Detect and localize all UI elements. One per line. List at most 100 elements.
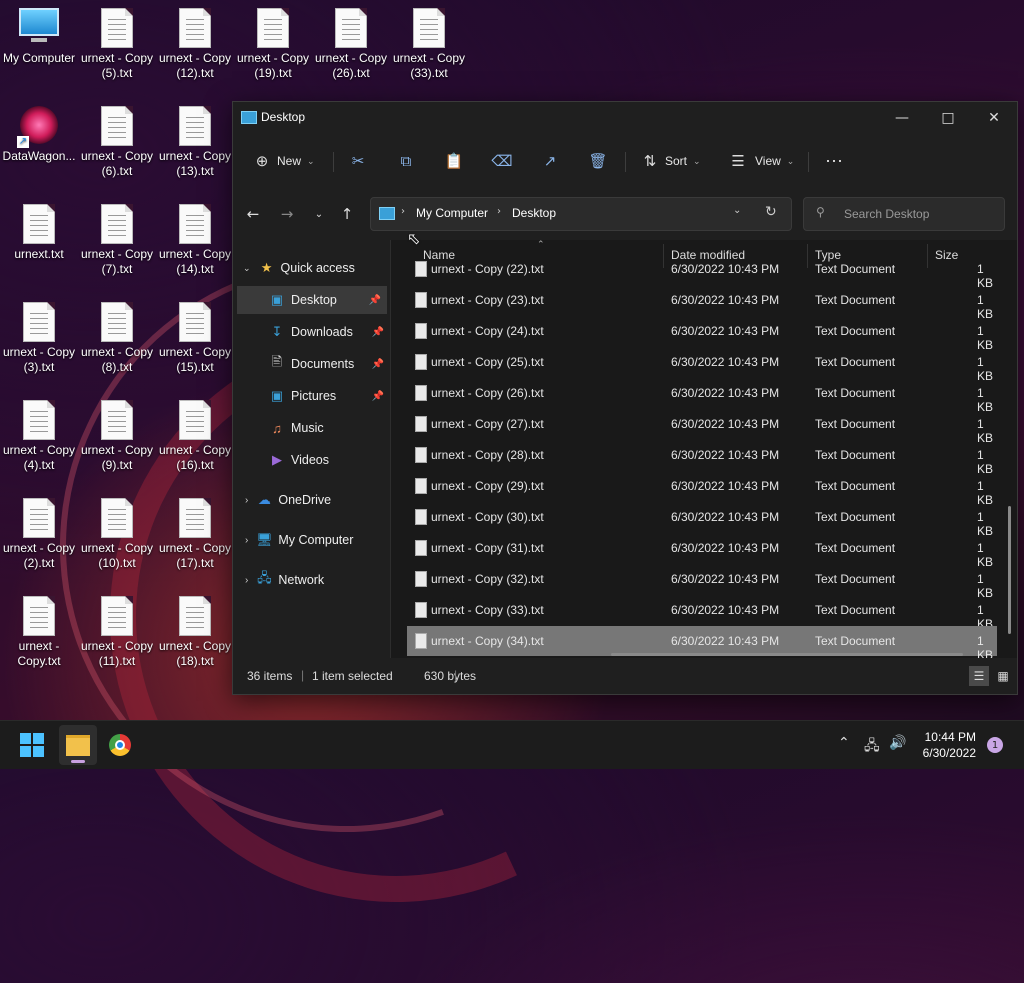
nav-item-pictures[interactable]: ▣ Pictures 📌	[233, 382, 390, 410]
forward-button[interactable]: →	[275, 202, 299, 226]
desktop-icon[interactable]: urnext - Copy (5).txt	[78, 8, 156, 81]
sort-button[interactable]: ⇅ Sort ⌄	[639, 148, 701, 174]
tiles-view-button[interactable]: ▦	[993, 666, 1013, 686]
search-box[interactable]: ⚲ Search Desktop	[803, 197, 1005, 231]
file-row[interactable]: urnext - Copy (34).txt 6/30/2022 10:43 PM…	[407, 626, 997, 658]
chevron-down-icon[interactable]: ⌄	[733, 205, 741, 216]
file-row[interactable]: urnext - Copy (23).txt 6/30/2022 10:43 PM…	[407, 285, 997, 321]
nav-item-downloads[interactable]: ↧ Downloads 📌	[233, 318, 390, 346]
minimize-button[interactable]: —	[879, 102, 925, 134]
horizontal-scrollbar[interactable]	[611, 653, 963, 656]
chevron-down-icon: ⌄	[314, 208, 324, 220]
file-type: Text Document	[815, 541, 896, 555]
desktop-icon[interactable]: urnext - Copy.txt	[0, 596, 78, 669]
desktop-icon[interactable]: urnext - Copy (33).txt	[390, 8, 468, 81]
file-row[interactable]: urnext - Copy (31).txt 6/30/2022 10:43 PM…	[407, 533, 997, 569]
desktop-icon[interactable]: urnext - Copy (13).txt	[156, 106, 234, 179]
file-row[interactable]: urnext - Copy (33).txt 6/30/2022 10:43 PM…	[407, 595, 997, 631]
nav-item-documents[interactable]: 🖹 Documents 📌	[233, 350, 390, 378]
search-input[interactable]: Search Desktop	[844, 207, 929, 221]
desktop-icon[interactable]: urnext - Copy (2).txt	[0, 498, 78, 571]
copy-button[interactable]: ⧉	[395, 148, 417, 174]
file-row[interactable]: urnext - Copy (32).txt 6/30/2022 10:43 PM…	[407, 564, 997, 600]
desktop-icon[interactable]: ↗ DataWagon...	[0, 106, 78, 164]
text-file-icon	[23, 498, 55, 538]
address-bar[interactable]: › My Computer › Desktop ⌄ ↻	[370, 197, 792, 231]
desktop-icon[interactable]: My Computer	[0, 8, 78, 66]
desktop-icon[interactable]: urnext - Copy (9).txt	[78, 400, 156, 473]
close-button[interactable]: ✕	[971, 102, 1017, 134]
desktop-icon[interactable]: urnext - Copy (19).txt	[234, 8, 312, 81]
breadcrumb-desktop[interactable]: Desktop	[512, 206, 556, 220]
desktop-icon[interactable]: urnext.txt	[0, 204, 78, 262]
desktop-icon[interactable]: urnext - Copy (12).txt	[156, 8, 234, 81]
desktop-icon[interactable]: urnext - Copy (18).txt	[156, 596, 234, 669]
file-row[interactable]: urnext - Copy (24).txt 6/30/2022 10:43 PM…	[407, 316, 997, 352]
volume-icon[interactable]: 🔊	[889, 735, 906, 751]
desktop-icon[interactable]: urnext - Copy (10).txt	[78, 498, 156, 571]
new-button[interactable]: ⊕ New ⌄	[251, 148, 315, 174]
notification-badge[interactable]: 1	[987, 737, 1003, 753]
more-button[interactable]: ⋯	[823, 148, 845, 174]
file-row[interactable]: urnext - Copy (28).txt 6/30/2022 10:43 PM…	[407, 440, 997, 476]
file-type: Text Document	[815, 386, 896, 400]
cut-button[interactable]: ✂	[347, 148, 369, 174]
breadcrumb-my-computer[interactable]: My Computer	[416, 206, 488, 220]
desktop-icon[interactable]: urnext - Copy (11).txt	[78, 596, 156, 669]
desktop-icon[interactable]: urnext - Copy (17).txt	[156, 498, 234, 571]
nav-item-music[interactable]: ♫ Music	[233, 414, 390, 442]
desktop-icon[interactable]: urnext - Copy (4).txt	[0, 400, 78, 473]
mouse-cursor: ⬁	[407, 229, 421, 248]
file-row[interactable]: urnext - Copy (29).txt 6/30/2022 10:43 PM…	[407, 471, 997, 507]
selection-count: 1 item selected	[312, 669, 393, 683]
desktop-icon[interactable]: urnext - Copy (3).txt	[0, 302, 78, 375]
file-row[interactable]: urnext - Copy (22).txt 6/30/2022 10:43 PM…	[407, 254, 997, 290]
details-view-button[interactable]: ☰	[969, 666, 989, 686]
divider	[625, 152, 626, 172]
text-file-icon	[415, 447, 427, 463]
text-file-icon	[335, 8, 367, 48]
up-button[interactable]: ↑	[335, 202, 359, 226]
back-button[interactable]: ←	[241, 202, 265, 226]
title-bar[interactable]: Desktop — □ ✕	[233, 102, 1017, 134]
file-explorer-taskbar-button[interactable]	[59, 725, 97, 765]
file-row[interactable]: urnext - Copy (30).txt 6/30/2022 10:43 PM…	[407, 502, 997, 538]
file-name: urnext - Copy (32).txt	[431, 572, 544, 586]
navigation-bar: ← → ⌄ ↑ › My Computer › Desktop ⌄ ↻ ⚲ Se…	[233, 188, 1017, 240]
refresh-icon[interactable]: ↻	[765, 204, 777, 220]
file-row[interactable]: urnext - Copy (25).txt 6/30/2022 10:43 PM…	[407, 347, 997, 383]
cloud-icon: ☁	[257, 492, 271, 507]
view-button[interactable]: ☰ View ⌄	[727, 148, 794, 174]
delete-button[interactable]: 🗑	[587, 148, 609, 174]
recent-locations-button[interactable]: ⌄	[307, 202, 331, 226]
chrome-taskbar-button[interactable]	[104, 729, 136, 761]
chevron-up-icon[interactable]: ⌃	[838, 735, 850, 751]
share-button[interactable]: ↗	[539, 148, 561, 174]
vertical-scrollbar[interactable]	[1008, 506, 1011, 634]
desktop-icon[interactable]: urnext - Copy (14).txt	[156, 204, 234, 277]
selection-size: 630 bytes	[424, 669, 477, 683]
start-button[interactable]	[16, 729, 48, 761]
desktop-icon[interactable]: urnext - Copy (7).txt	[78, 204, 156, 277]
text-file-icon	[415, 602, 427, 618]
desktop-icon[interactable]: urnext - Copy (8).txt	[78, 302, 156, 375]
desktop-icon[interactable]: urnext - Copy (15).txt	[156, 302, 234, 375]
file-row[interactable]: urnext - Copy (27).txt 6/30/2022 10:43 PM…	[407, 409, 997, 445]
share-icon: ↗	[543, 153, 557, 170]
network-icon[interactable]: 🖧	[864, 735, 880, 759]
nav-my-computer[interactable]: › 🖥 My Computer	[233, 526, 390, 554]
clock[interactable]: 10:44 PM 6/30/2022	[918, 730, 976, 760]
download-icon: ↧	[271, 324, 283, 339]
maximize-button[interactable]: □	[925, 102, 971, 134]
nav-network[interactable]: › 🖧 Network	[233, 566, 390, 594]
desktop-icon[interactable]: urnext - Copy (6).txt	[78, 106, 156, 179]
nav-onedrive[interactable]: › ☁ OneDrive	[233, 486, 390, 514]
paste-button[interactable]: 📋	[443, 148, 465, 174]
rename-button[interactable]: ⌫	[491, 148, 513, 174]
nav-item-videos[interactable]: ▶ Videos	[233, 446, 390, 474]
file-row[interactable]: urnext - Copy (26).txt 6/30/2022 10:43 PM…	[407, 378, 997, 414]
nav-item-desktop[interactable]: ▣ Desktop 📌	[237, 286, 387, 314]
nav-quick-access[interactable]: ⌄ ★ Quick access	[233, 254, 390, 282]
desktop-icon[interactable]: urnext - Copy (16).txt	[156, 400, 234, 473]
desktop-icon[interactable]: urnext - Copy (26).txt	[312, 8, 390, 81]
